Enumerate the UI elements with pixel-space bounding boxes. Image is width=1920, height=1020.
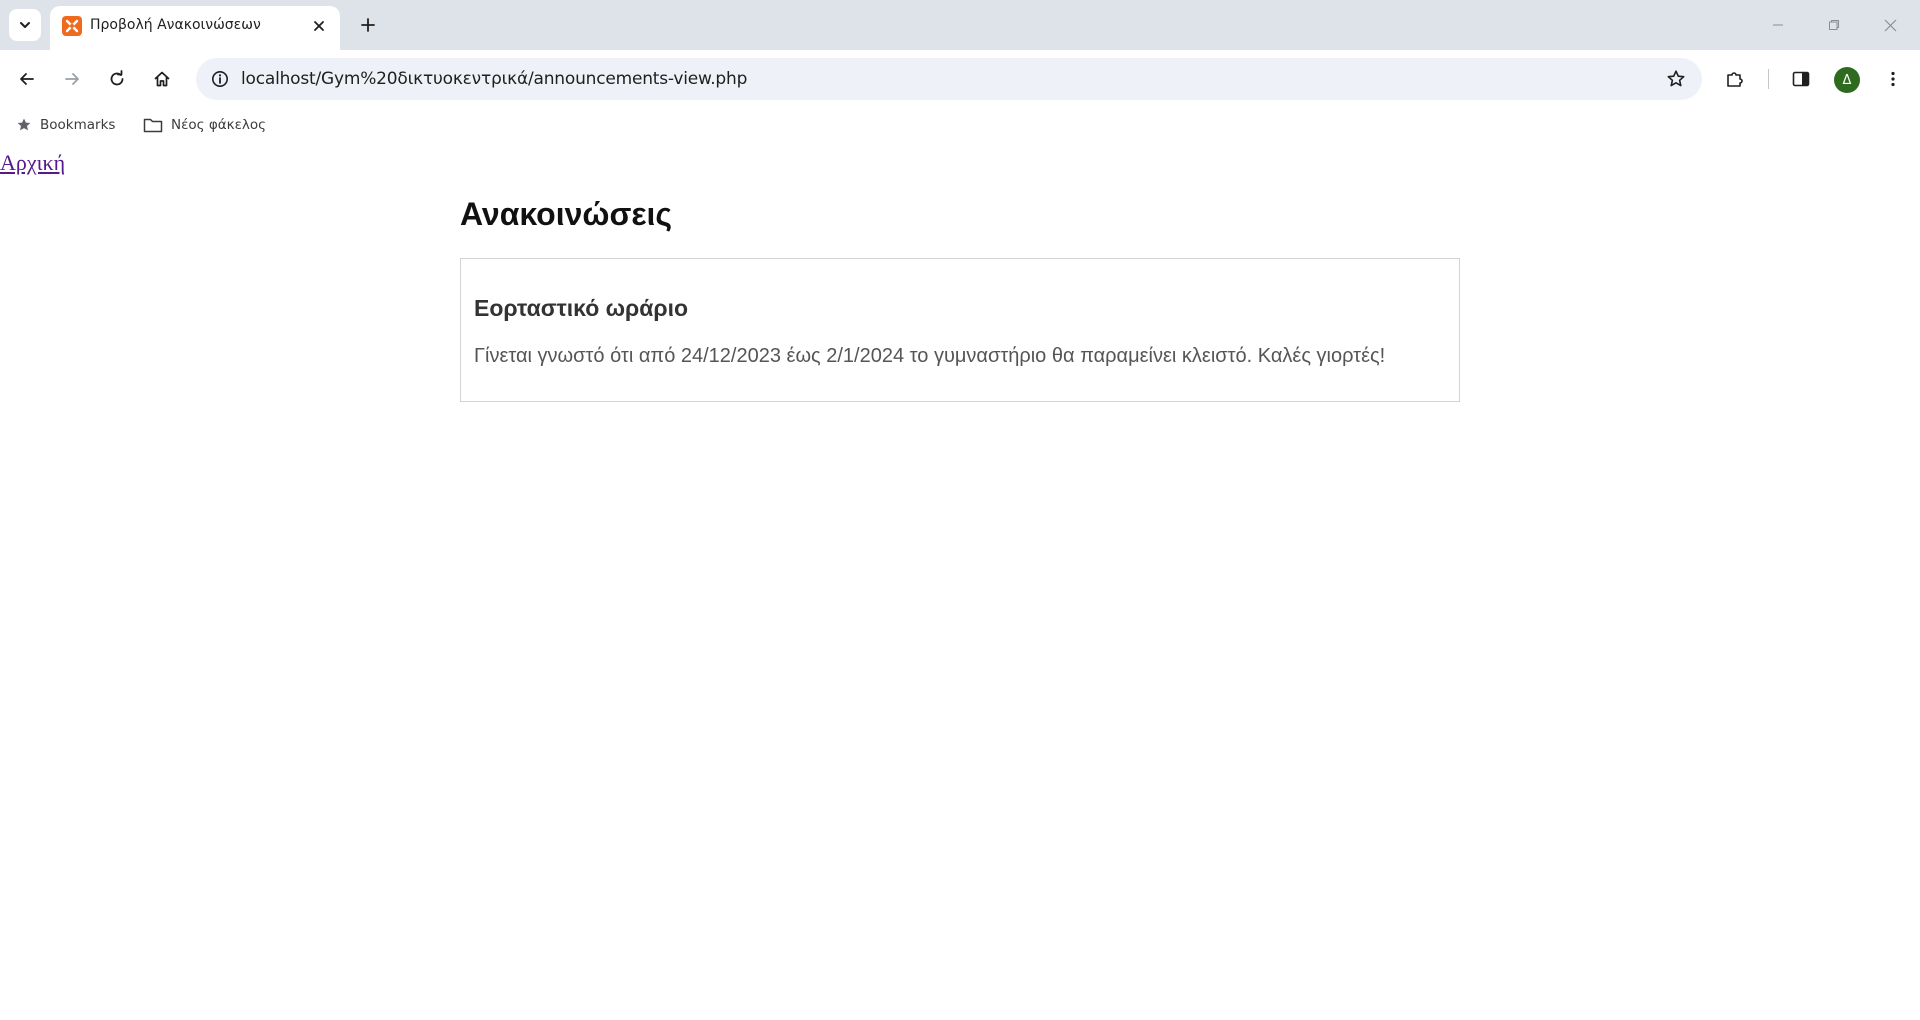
page-title: Ανακοινώσεις	[460, 196, 673, 232]
url-text[interactable]: localhost/Gym%20δικτυοκεντρικά/announcem…	[241, 69, 747, 89]
extensions-button[interactable]	[1718, 62, 1752, 96]
home-link[interactable]: Αρχική	[0, 150, 65, 176]
browser-toolbar: localhost/Gym%20δικτυοκεντρικά/announcem…	[0, 50, 1920, 108]
announcement-title: Εορταστικό ωράριο	[474, 295, 689, 321]
restore-button[interactable]	[1806, 0, 1862, 50]
bookmark-folder-label: Νέος φάκελος	[171, 117, 267, 133]
arrow-left-icon	[20, 73, 34, 85]
minimize-button[interactable]	[1750, 0, 1806, 50]
forward-button[interactable]	[55, 62, 89, 96]
bookmarks-bar: Bookmarks Νέος φάκελος	[0, 108, 1920, 142]
announcement-card: Εορταστικό ωράριο Γίνεται γνωστό ότι από…	[460, 258, 1460, 402]
side-panel-button[interactable]	[1784, 62, 1818, 96]
home-button[interactable]	[145, 62, 179, 96]
bookmark-folder-item[interactable]: Νέος φάκελος	[137, 112, 272, 138]
tab-strip: Προβολή Ανακοινώσεων	[0, 0, 1920, 50]
arrow-right-icon	[65, 73, 79, 85]
toolbar-divider	[1768, 69, 1769, 89]
plus-icon	[361, 18, 375, 32]
chevron-down-icon	[20, 22, 30, 28]
xampp-favicon-icon	[62, 16, 82, 36]
folder-icon	[143, 118, 163, 133]
bookmarks-item-label: Bookmarks	[40, 117, 116, 133]
info-icon	[212, 71, 228, 87]
tab-close-button[interactable]	[308, 15, 330, 37]
active-tab[interactable]: Προβολή Ανακοινώσεων	[50, 6, 340, 50]
back-button[interactable]	[10, 62, 44, 96]
home-icon	[154, 71, 170, 87]
profile-avatar[interactable]: Δ	[1834, 67, 1860, 93]
window-close-button[interactable]	[1862, 0, 1918, 50]
minimize-icon	[1773, 24, 1783, 26]
new-tab-button[interactable]	[352, 9, 384, 41]
close-icon	[1884, 19, 1896, 31]
menu-button[interactable]	[1876, 62, 1910, 96]
puzzle-icon	[1727, 72, 1743, 87]
bookmarks-item[interactable]: Bookmarks	[10, 112, 121, 138]
address-bar[interactable]: localhost/Gym%20δικτυοκεντρικά/announcem…	[196, 58, 1702, 100]
tab-title: Προβολή Ανακοινώσεων	[90, 17, 261, 33]
star-icon	[17, 118, 31, 131]
reload-icon	[110, 70, 124, 86]
close-icon	[314, 21, 324, 31]
bookmark-star-button[interactable]	[1660, 63, 1692, 95]
reload-button[interactable]	[100, 62, 134, 96]
tab-search-button[interactable]	[9, 9, 41, 41]
side-panel-icon	[1792, 71, 1810, 87]
site-info-button[interactable]	[204, 63, 236, 95]
more-vertical-icon	[1891, 71, 1895, 87]
restore-icon	[1829, 20, 1839, 30]
star-outline-icon	[1667, 70, 1685, 87]
announcement-body: Γίνεται γνωστό ότι από 24/12/2023 έως 2/…	[474, 345, 1386, 367]
